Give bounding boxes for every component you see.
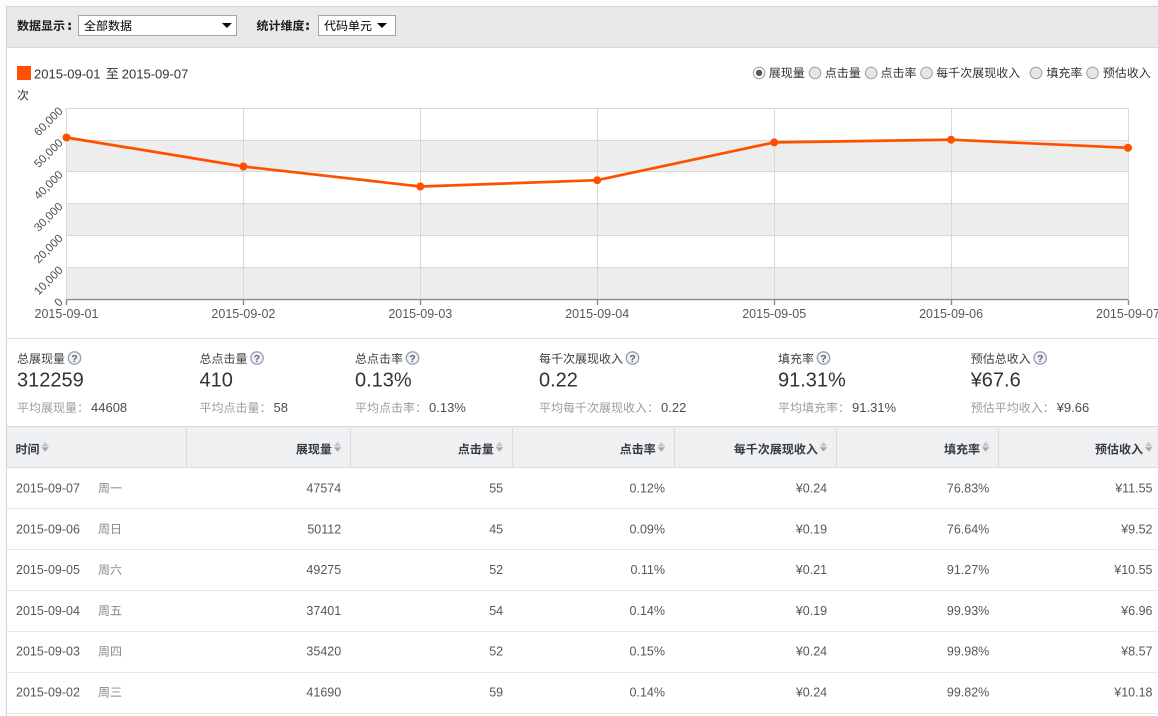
svg-text:2015-09-06: 2015-09-06 — [919, 307, 983, 321]
svg-text:37401: 37401 — [306, 604, 341, 618]
svg-text:2015-09-03: 2015-09-03 — [388, 307, 452, 321]
svg-text:54: 54 — [489, 604, 503, 618]
svg-text:0.22: 0.22 — [539, 370, 578, 392]
svg-text:0.12%: 0.12% — [630, 482, 665, 496]
svg-text:0.13%: 0.13% — [355, 370, 412, 392]
svg-text:¥9.66: ¥9.66 — [1056, 400, 1090, 415]
svg-text:0.22: 0.22 — [661, 400, 686, 415]
svg-text:2015-09-04: 2015-09-04 — [565, 307, 629, 321]
svg-text:312259: 312259 — [17, 370, 84, 392]
svg-text:55: 55 — [489, 482, 503, 496]
svg-text:50112: 50112 — [307, 522, 341, 536]
svg-text:2015-09-04: 2015-09-04 — [16, 604, 80, 618]
svg-text:0.13%: 0.13% — [429, 400, 466, 415]
svg-text:2015-09-05: 2015-09-05 — [16, 563, 80, 577]
svg-text:?: ? — [1037, 353, 1043, 365]
svg-text:2015-09-01: 2015-09-01 — [35, 307, 99, 321]
svg-text:35420: 35420 — [306, 645, 341, 659]
svg-text:¥0.24: ¥0.24 — [795, 482, 827, 496]
svg-text:?: ? — [629, 353, 635, 365]
svg-text:¥0.21: ¥0.21 — [795, 563, 827, 577]
svg-text:?: ? — [71, 353, 77, 365]
svg-text:0.11%: 0.11% — [630, 563, 665, 577]
svg-text:2015-09-02: 2015-09-02 — [211, 307, 275, 321]
svg-text:91.31%: 91.31% — [778, 370, 846, 392]
svg-text:410: 410 — [200, 370, 233, 392]
svg-text:¥8.57: ¥8.57 — [1120, 645, 1152, 659]
svg-text:2015-09-06: 2015-09-06 — [16, 522, 80, 536]
svg-text:99.93%: 99.93% — [947, 604, 989, 618]
svg-text:2015-09-01: 2015-09-01 — [34, 66, 101, 81]
svg-text:¥9.52: ¥9.52 — [1120, 522, 1152, 536]
svg-text:76.64%: 76.64% — [947, 522, 989, 536]
svg-text:2015-09-02: 2015-09-02 — [16, 686, 80, 700]
svg-text:2015-09-07: 2015-09-07 — [122, 66, 189, 81]
svg-text:91.31%: 91.31% — [852, 400, 897, 415]
svg-text:0.15%: 0.15% — [630, 645, 665, 659]
svg-text:¥10.55: ¥10.55 — [1113, 563, 1152, 577]
svg-text:0.14%: 0.14% — [630, 604, 665, 618]
svg-text:?: ? — [254, 353, 260, 365]
svg-text:¥0.19: ¥0.19 — [795, 604, 827, 618]
svg-text:99.82%: 99.82% — [947, 686, 989, 700]
svg-text:76.83%: 76.83% — [947, 482, 989, 496]
svg-text:45: 45 — [489, 522, 503, 536]
svg-text:41690: 41690 — [306, 686, 341, 700]
svg-text:2015-09-03: 2015-09-03 — [16, 645, 80, 659]
svg-text:¥0.24: ¥0.24 — [795, 686, 827, 700]
svg-text:44608: 44608 — [91, 400, 127, 415]
svg-text:¥10.18: ¥10.18 — [1113, 686, 1152, 700]
svg-text:99.98%: 99.98% — [947, 645, 989, 659]
svg-text:91.27%: 91.27% — [947, 563, 989, 577]
svg-text:47574: 47574 — [306, 482, 341, 496]
svg-text:49275: 49275 — [306, 563, 341, 577]
svg-text:0.14%: 0.14% — [630, 686, 665, 700]
svg-text:52: 52 — [489, 563, 503, 577]
svg-text:58: 58 — [274, 400, 288, 415]
svg-text:¥11.55: ¥11.55 — [1114, 482, 1152, 496]
svg-text:¥0.24: ¥0.24 — [795, 645, 827, 659]
svg-text:0.09%: 0.09% — [630, 522, 665, 536]
svg-text:?: ? — [409, 353, 415, 365]
svg-text:2015-09-07: 2015-09-07 — [16, 482, 80, 496]
svg-text:59: 59 — [489, 686, 503, 700]
svg-text:2015-09-05: 2015-09-05 — [742, 307, 806, 321]
svg-text:52: 52 — [489, 645, 503, 659]
svg-text:¥0.19: ¥0.19 — [795, 522, 827, 536]
svg-text:2015-09-07: 2015-09-07 — [1096, 307, 1158, 321]
svg-text:¥67.6: ¥67.6 — [970, 370, 1021, 392]
svg-text:¥6.96: ¥6.96 — [1120, 604, 1152, 618]
svg-text:?: ? — [820, 353, 826, 365]
